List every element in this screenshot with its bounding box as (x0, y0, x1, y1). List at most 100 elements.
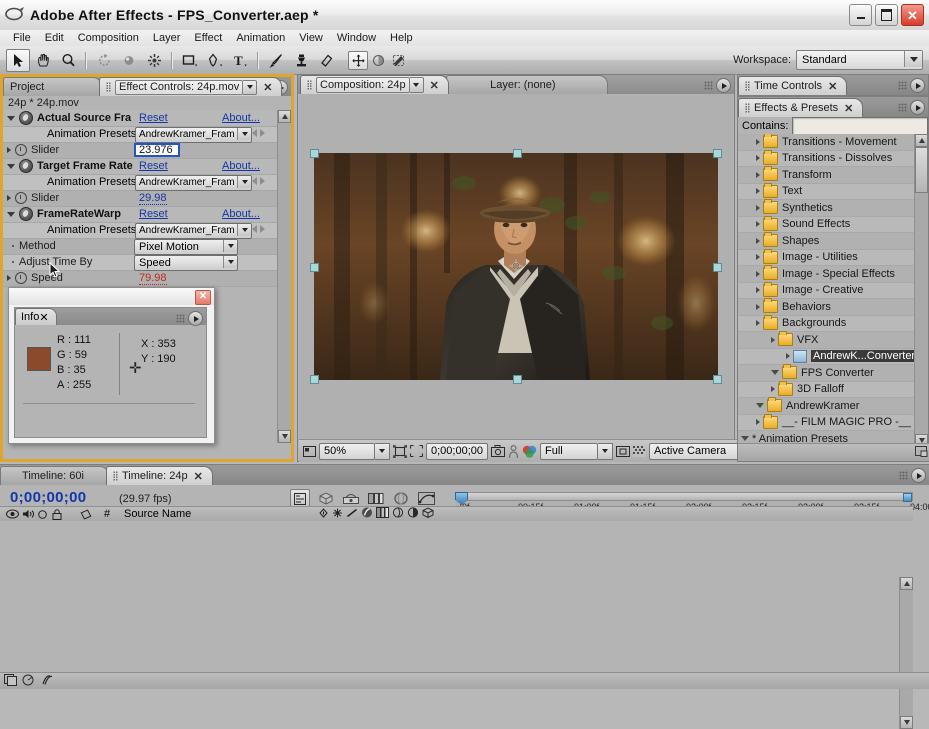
chevron-down-icon[interactable] (598, 442, 613, 460)
list-item[interactable]: Synthetics (738, 199, 928, 217)
graph-editor-icon[interactable] (22, 674, 35, 689)
chevron-down-icon[interactable] (223, 256, 237, 268)
tab-composition[interactable]: Composition: 24p ✕ (300, 75, 449, 94)
property-row[interactable]: Method Pixel Motion (3, 238, 282, 255)
scroll-up-icon[interactable] (915, 134, 928, 147)
zoom-tool[interactable] (56, 49, 80, 72)
chevron-down-icon[interactable] (237, 128, 251, 140)
about-link[interactable]: About... (222, 112, 260, 124)
minimize-button[interactable] (849, 4, 872, 26)
chevron-right-icon[interactable] (756, 138, 760, 145)
property-select[interactable]: Pixel Motion (134, 239, 238, 255)
list-item[interactable]: __- FILM MAGIC PRO -__ (738, 413, 928, 431)
quality-icon[interactable] (346, 508, 358, 521)
close-button[interactable]: ✕ (901, 4, 924, 26)
list-item[interactable]: Image - Utilities (738, 248, 928, 266)
chevron-down-icon[interactable] (7, 211, 15, 217)
scroll-down-icon[interactable] (900, 716, 913, 729)
brainstorm-icon[interactable] (392, 490, 410, 507)
selection-tool[interactable] (6, 49, 30, 72)
stopwatch-icon[interactable] (15, 192, 27, 204)
transform-handle[interactable] (310, 148, 319, 158)
timeline-current-time[interactable]: 0;00;00;00 (10, 489, 87, 507)
chevron-right-icon[interactable] (756, 419, 760, 426)
property-value-input[interactable]: 23.976 (134, 143, 180, 157)
puppet-starch-tool[interactable] (389, 49, 408, 72)
list-item[interactable]: Image - Special Effects (738, 265, 928, 283)
property-row[interactable]: Slider 29.98 (3, 190, 282, 207)
menu-item-window[interactable]: Window (330, 30, 383, 46)
scroll-down-icon[interactable] (278, 430, 291, 443)
previous-preset-icon[interactable] (252, 129, 257, 137)
draft-3d-icon[interactable] (317, 490, 335, 507)
panel-menu[interactable] (898, 100, 925, 115)
pen-tool[interactable] (203, 49, 227, 72)
list-item[interactable]: Behaviors (738, 298, 928, 316)
tab-timeline-60i[interactable]: Timeline: 60i (0, 466, 109, 485)
text-tool[interactable]: T (228, 49, 252, 72)
property-value[interactable]: 29.98 (139, 192, 167, 205)
effects-icon[interactable] (361, 507, 373, 521)
reset-link[interactable]: Reset (139, 160, 168, 172)
panel-menu-icon[interactable] (911, 468, 926, 483)
chevron-right-icon[interactable] (756, 221, 760, 228)
chevron-right-icon[interactable] (7, 147, 11, 153)
preset-nav[interactable] (252, 177, 265, 185)
always-preview-icon[interactable] (303, 443, 316, 459)
puppet-overlap-tool[interactable] (369, 49, 388, 72)
close-icon[interactable]: ✕ (39, 311, 48, 324)
panel-menu-icon[interactable] (910, 100, 925, 115)
next-preset-icon[interactable] (260, 225, 265, 233)
reset-link[interactable]: Reset (139, 112, 168, 124)
menu-item-animation[interactable]: Animation (229, 30, 292, 46)
close-icon[interactable]: ✕ (430, 79, 439, 92)
puppet-pin-tool[interactable] (348, 51, 368, 70)
maximize-button[interactable] (875, 4, 898, 26)
workspace-select[interactable]: Standard (796, 50, 923, 70)
chevron-right-icon[interactable] (756, 287, 760, 294)
new-folder-icon[interactable] (915, 445, 928, 460)
panel-menu-icon[interactable] (910, 78, 925, 93)
chevron-down-icon[interactable] (741, 436, 749, 442)
presets-scrollbar[interactable] (914, 134, 928, 447)
tab-effect-controls[interactable]: Effect Controls: 24p.mov ✕ (99, 77, 283, 96)
contains-input[interactable] (792, 116, 929, 135)
pan-behind-tool[interactable] (142, 49, 166, 72)
orbit-camera-tool[interactable] (117, 49, 141, 72)
snapshot-icon[interactable] (491, 443, 505, 459)
chevron-down-icon[interactable] (243, 79, 258, 95)
transform-handle[interactable] (310, 374, 319, 384)
chevron-down-icon[interactable] (7, 115, 15, 121)
stopwatch-icon[interactable] (15, 272, 27, 284)
transform-handle[interactable] (713, 262, 722, 272)
close-icon[interactable]: ✕ (828, 80, 837, 93)
animation-presets-select[interactable]: AndrewKramer_Fram (135, 223, 252, 239)
chevron-right-icon[interactable] (771, 386, 775, 393)
adjustment-layer-icon[interactable] (407, 507, 419, 521)
frame-blending-icon[interactable] (376, 507, 389, 521)
reset-link[interactable]: Reset (139, 208, 168, 220)
transform-handle[interactable] (713, 374, 722, 384)
list-item[interactable]: 3D Falloff (738, 380, 928, 398)
chevron-right-icon[interactable] (756, 204, 760, 211)
panel-menu-icon[interactable] (188, 311, 203, 326)
timeline-body[interactable] (0, 521, 913, 729)
property-row[interactable]: Adjust Time By Speed (3, 254, 282, 271)
close-icon[interactable]: ✕ (844, 102, 853, 115)
list-item[interactable]: Shapes (738, 232, 928, 250)
chevron-right-icon[interactable] (756, 188, 760, 195)
info-window-titlebar[interactable]: ✕ (9, 288, 214, 305)
work-area-bar[interactable] (456, 492, 913, 502)
3d-layer-icon[interactable] (422, 507, 434, 521)
effect-header[interactable]: Actual Source Fra Reset About... (3, 110, 282, 127)
list-item[interactable]: FPS Converter (738, 364, 928, 382)
brush-tool[interactable] (264, 49, 288, 72)
chevron-right-icon[interactable] (756, 155, 760, 162)
scroll-up-icon[interactable] (278, 110, 291, 123)
motion-blur-icon[interactable] (40, 674, 53, 689)
composition-stage[interactable] (299, 94, 733, 438)
stopwatch-icon[interactable] (15, 144, 27, 156)
menu-item-composition[interactable]: Composition (71, 30, 146, 46)
about-link[interactable]: About... (222, 208, 260, 220)
panel-menu[interactable] (898, 78, 925, 93)
